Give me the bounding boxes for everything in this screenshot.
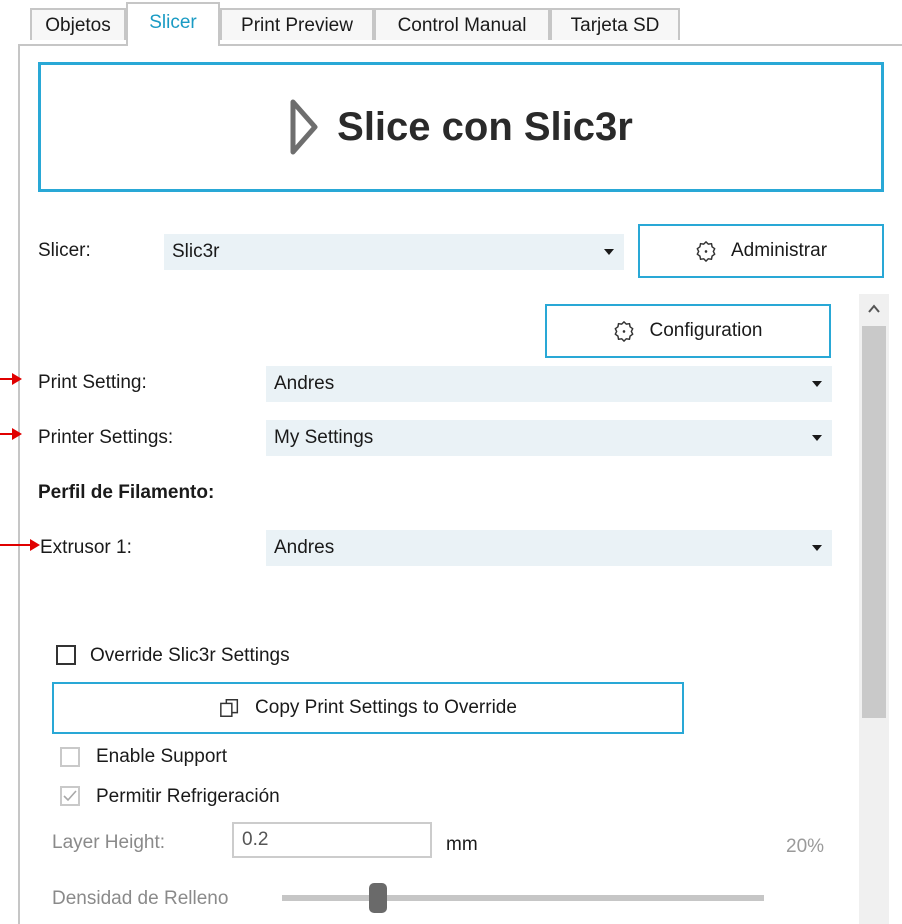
configuration-button-label: Configuration (649, 320, 763, 341)
slicer-select[interactable]: Slic3r (164, 234, 624, 270)
annotation-arrow-icon (0, 373, 22, 385)
extruder1-value: Andres (274, 537, 335, 558)
infill-slider-track[interactable] (282, 895, 764, 901)
slice-button-label: Slice con Slic3r (337, 104, 633, 149)
copy-settings-label: Copy Print Settings to Override (255, 697, 517, 718)
tab-slicer[interactable]: Slicer (126, 2, 220, 46)
slice-button[interactable]: Slice con Slic3r (38, 62, 884, 192)
manage-button[interactable]: Administrar (638, 224, 884, 278)
override-label: Override Slic3r Settings (90, 645, 290, 666)
chevron-down-icon (812, 545, 822, 551)
copy-icon (220, 699, 239, 717)
filament-profile-title: Perfil de Filamento: (38, 482, 215, 503)
tab-tarjeta-sd[interactable]: Tarjeta SD (550, 8, 680, 40)
configuration-button[interactable]: Configuration (545, 304, 831, 358)
layer-height-label: Layer Height: (52, 832, 166, 853)
layer-height-unit: mm (446, 834, 478, 855)
play-icon (290, 99, 318, 155)
enable-support-label: Enable Support (96, 746, 227, 767)
copy-settings-button[interactable]: Copy Print Settings to Override (52, 682, 684, 734)
tab-bar: Objetos Slicer Print Preview Control Man… (0, 0, 902, 46)
slicer-label: Slicer: (38, 240, 91, 261)
annotation-arrow-icon (0, 428, 22, 440)
enable-support-checkbox[interactable] (60, 747, 80, 767)
extruder1-label: Extrusor 1: (40, 537, 132, 558)
gear-icon (615, 321, 634, 342)
scrollbar-thumb[interactable] (862, 326, 886, 718)
print-setting-select[interactable]: Andres (266, 366, 832, 402)
chevron-down-icon (604, 249, 614, 255)
gear-icon (696, 241, 716, 262)
override-checkbox[interactable] (56, 645, 76, 665)
tab-objetos[interactable]: Objetos (30, 8, 126, 40)
manage-button-label: Administrar (730, 240, 828, 261)
print-setting-value: Andres (274, 373, 335, 394)
tab-print-preview[interactable]: Print Preview (220, 8, 374, 40)
print-setting-label: Print Setting: (38, 372, 147, 393)
infill-percent: 20% (786, 836, 825, 857)
cooling-label: Permitir Refrigeración (96, 786, 280, 807)
cooling-checkbox[interactable] (60, 786, 80, 806)
tab-control-manual[interactable]: Control Manual (374, 8, 550, 40)
vertical-scrollbar[interactable] (859, 294, 889, 924)
scroll-up-icon[interactable] (859, 300, 889, 318)
printer-settings-label: Printer Settings: (38, 427, 174, 448)
extruder1-select[interactable]: Andres (266, 530, 832, 566)
infill-slider-thumb[interactable] (369, 883, 388, 913)
chevron-down-icon (812, 381, 822, 387)
check-icon (63, 790, 77, 802)
chevron-down-icon (812, 435, 822, 441)
annotation-arrow-icon (0, 539, 40, 551)
printer-settings-select[interactable]: My Settings (266, 420, 832, 456)
slicer-select-value: Slic3r (172, 241, 220, 262)
layer-height-input[interactable]: 0.2 (232, 822, 432, 858)
printer-settings-value: My Settings (274, 427, 374, 448)
infill-label: Densidad de Relleno (52, 888, 229, 909)
